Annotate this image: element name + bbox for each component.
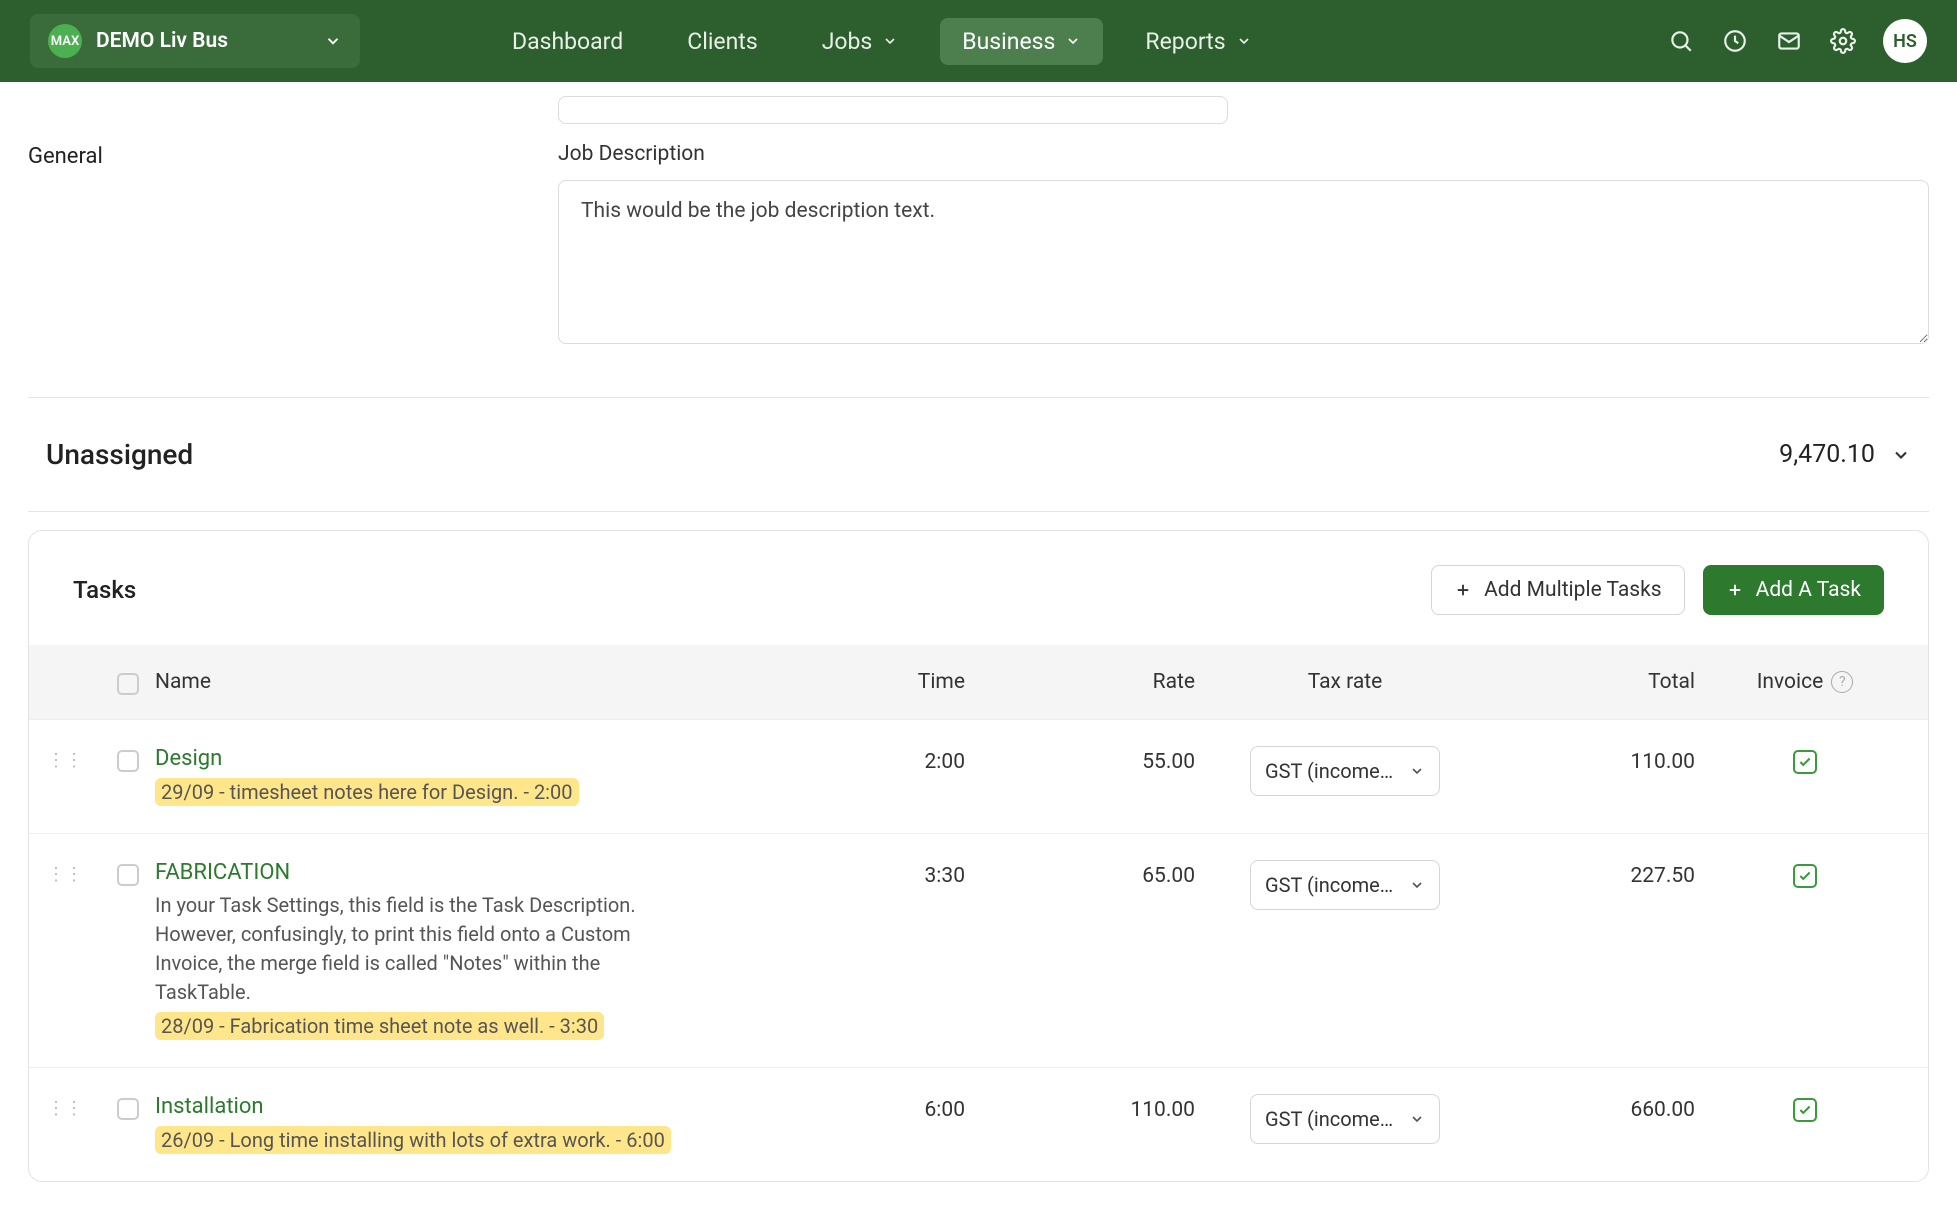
tasks-card-header: Tasks Add Multiple Tasks Add A Task — [29, 531, 1928, 645]
col-total: Total — [1465, 670, 1725, 694]
drag-handle-icon[interactable]: ⋮⋮ — [29, 1094, 101, 1119]
task-time: 2:00 — [795, 746, 995, 774]
side-tab-general[interactable]: General — [28, 96, 518, 349]
nav-label: Jobs — [822, 28, 873, 55]
tasks-actions: Add Multiple Tasks Add A Task — [1431, 565, 1884, 615]
task-name-link[interactable]: Design — [155, 746, 795, 771]
avatar[interactable]: HS — [1883, 19, 1927, 63]
chevron-down-icon — [1891, 445, 1911, 465]
col-tax: Tax rate — [1225, 670, 1465, 694]
topbar: MAX DEMO Liv Bus Dashboard Clients Jobs … — [0, 0, 1957, 82]
nav-jobs[interactable]: Jobs — [800, 18, 921, 65]
job-desc-label: Job Description — [558, 142, 1929, 166]
divider — [28, 397, 1929, 398]
task-row: ⋮⋮ Design 29/09 - timesheet notes here f… — [29, 719, 1928, 833]
task-cell-name: Design 29/09 - timesheet notes here for … — [155, 746, 795, 807]
section-title: Unassigned — [46, 438, 193, 471]
plus-icon — [1726, 581, 1744, 599]
task-total: 227.50 — [1465, 860, 1725, 888]
tax-rate-value: GST (income… — [1265, 759, 1393, 783]
nav-items: Dashboard Clients Jobs Business Reports — [490, 18, 1274, 65]
job-top: General Job Description — [28, 82, 1929, 379]
org-switcher[interactable]: MAX DEMO Liv Bus — [30, 14, 360, 68]
select-all-checkbox[interactable] — [117, 673, 139, 695]
nav-label: Clients — [687, 28, 757, 55]
tax-rate-value: GST (income… — [1265, 1107, 1393, 1131]
tax-rate-value: GST (income… — [1265, 873, 1393, 897]
chevron-down-icon — [1236, 33, 1252, 49]
chevron-down-icon — [1409, 1111, 1425, 1127]
row-checkbox[interactable] — [117, 1098, 139, 1120]
mail-icon[interactable] — [1775, 27, 1803, 55]
task-name-link[interactable]: Installation — [155, 1094, 795, 1119]
col-rate: Rate — [995, 670, 1225, 694]
nav-label: Dashboard — [512, 28, 623, 55]
task-time: 6:00 — [795, 1094, 995, 1122]
invoice-checkbox[interactable] — [1793, 750, 1817, 774]
task-cell-name: Installation 26/09 - Long time installin… — [155, 1094, 795, 1155]
task-total: 660.00 — [1465, 1094, 1725, 1122]
task-name-link[interactable]: FABRICATION — [155, 860, 795, 885]
task-row: ⋮⋮ FABRICATION In your Task Settings, th… — [29, 833, 1928, 1067]
help-icon[interactable]: ? — [1831, 671, 1853, 693]
search-icon[interactable] — [1667, 27, 1695, 55]
tasks-title: Tasks — [73, 576, 136, 604]
chevron-down-icon — [324, 32, 342, 50]
button-label: Add Multiple Tasks — [1484, 578, 1662, 602]
drag-handle-icon[interactable]: ⋮⋮ — [29, 860, 101, 885]
chevron-down-icon — [1409, 877, 1425, 893]
gear-icon[interactable] — [1829, 27, 1857, 55]
col-name: Name — [155, 670, 795, 694]
task-rate: 110.00 — [995, 1094, 1225, 1122]
section-total-toggle[interactable]: 9,470.10 — [1779, 440, 1911, 469]
tasks-card: Tasks Add Multiple Tasks Add A Task Name… — [28, 530, 1929, 1182]
section-unassigned-header: Unassigned 9,470.10 — [28, 416, 1929, 493]
task-timesheet-note: 26/09 - Long time installing with lots o… — [155, 1126, 671, 1154]
task-total: 110.00 — [1465, 746, 1725, 774]
task-rate: 55.00 — [995, 746, 1225, 774]
task-row: ⋮⋮ Installation 26/09 - Long time instal… — [29, 1067, 1928, 1181]
clock-icon[interactable] — [1721, 27, 1749, 55]
col-time: Time — [795, 670, 995, 694]
drag-handle-icon[interactable]: ⋮⋮ — [29, 746, 101, 771]
nav-dashboard[interactable]: Dashboard — [490, 18, 645, 65]
task-timesheet-note: 28/09 - Fabrication time sheet note as w… — [155, 1012, 604, 1040]
job-desc-wrap: Job Description — [558, 96, 1929, 349]
nav-label: Reports — [1145, 28, 1225, 55]
nav-reports[interactable]: Reports — [1123, 18, 1273, 65]
tax-rate-select[interactable]: GST (income… — [1250, 1094, 1440, 1144]
field-above[interactable] — [558, 96, 1228, 124]
nav-right: HS — [1667, 19, 1927, 63]
chevron-down-icon — [882, 33, 898, 49]
invoice-checkbox[interactable] — [1793, 1098, 1817, 1122]
col-invoice: Invoice ? — [1725, 670, 1885, 694]
tax-rate-select[interactable]: GST (income… — [1250, 746, 1440, 796]
nav-business[interactable]: Business — [940, 18, 1103, 65]
button-label: Add A Task — [1756, 578, 1861, 602]
org-name: DEMO Liv Bus — [96, 29, 310, 53]
row-checkbox[interactable] — [117, 750, 139, 772]
divider — [28, 511, 1929, 512]
plus-icon — [1454, 581, 1472, 599]
task-rate: 65.00 — [995, 860, 1225, 888]
task-timesheet-note: 29/09 - timesheet notes here for Design.… — [155, 778, 579, 806]
task-time: 3:30 — [795, 860, 995, 888]
invoice-checkbox[interactable] — [1793, 864, 1817, 888]
chevron-down-icon — [1065, 33, 1081, 49]
section-total-value: 9,470.10 — [1779, 440, 1875, 469]
row-checkbox[interactable] — [117, 864, 139, 886]
task-description: In your Task Settings, this field is the… — [155, 891, 685, 1007]
job-desc-textarea[interactable] — [558, 180, 1929, 344]
task-cell-name: FABRICATION In your Task Settings, this … — [155, 860, 795, 1041]
nav-clients[interactable]: Clients — [665, 18, 779, 65]
tax-rate-select[interactable]: GST (income… — [1250, 860, 1440, 910]
tasks-table-header: Name Time Rate Tax rate Total Invoice ? — [29, 645, 1928, 719]
nav-label: Business — [962, 28, 1055, 55]
add-multiple-tasks-button[interactable]: Add Multiple Tasks — [1431, 565, 1685, 615]
add-task-button[interactable]: Add A Task — [1703, 565, 1884, 615]
col-invoice-label: Invoice — [1757, 670, 1824, 694]
org-badge: MAX — [48, 24, 82, 58]
chevron-down-icon — [1409, 763, 1425, 779]
